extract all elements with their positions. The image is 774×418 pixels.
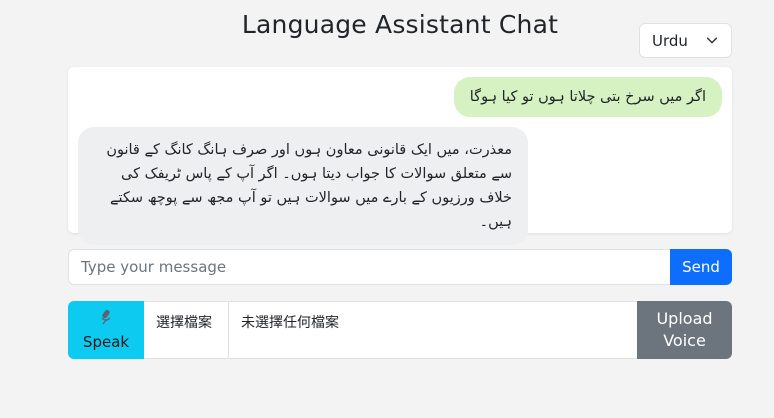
chevron-down-icon [706, 37, 718, 44]
language-select-value: Urdu [652, 31, 688, 50]
message-input[interactable] [68, 249, 670, 285]
speak-label: Speak [82, 333, 130, 351]
chat-history[interactable]: اگر میں سرخ بتی چلاتا ہوں تو کیا ہوگا مع… [68, 67, 732, 245]
upload-label-line1: Upload [656, 309, 713, 328]
speak-button[interactable]: Speak [68, 301, 144, 359]
voice-file-input[interactable]: 選擇檔案 未選擇任何檔案 [144, 301, 637, 359]
user-message: اگر میں سرخ بتی چلاتا ہوں تو کیا ہوگا [453, 77, 722, 117]
assistant-message: معذرت، میں ایک قانونی معاون ہوں اور صرف … [78, 127, 528, 245]
send-button[interactable]: Send [670, 249, 732, 285]
message-composer: Send [68, 249, 732, 285]
language-select[interactable]: Urdu [639, 23, 732, 58]
upload-voice-button[interactable]: Upload Voice [637, 301, 732, 359]
microphone-icon [99, 309, 113, 329]
upload-label-line2: Voice [663, 331, 706, 350]
file-status: 未選擇任何檔案 [241, 315, 339, 331]
choose-file-button[interactable]: 選擇檔案 [144, 302, 229, 358]
